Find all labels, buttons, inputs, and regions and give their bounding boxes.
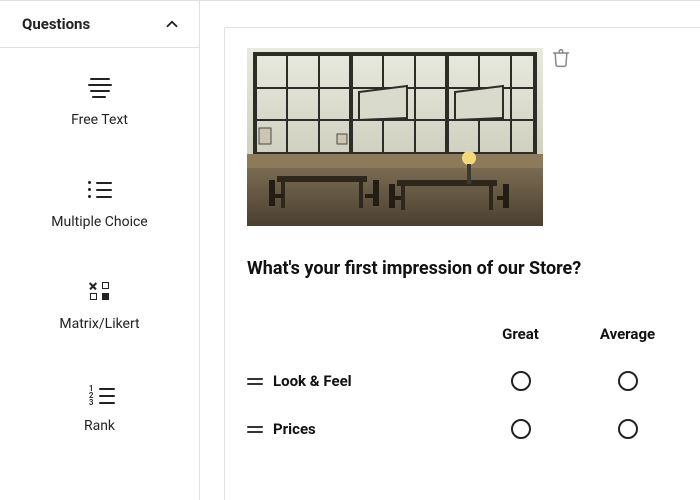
question-type-rank[interactable]: 1 2 3 Rank <box>0 354 199 456</box>
question-type-label: Matrix/Likert <box>59 316 139 332</box>
matrix-radio[interactable] <box>618 371 638 391</box>
question-type-label: Rank <box>84 418 115 434</box>
question-title[interactable]: What's your first impression of our Stor… <box>247 258 681 279</box>
matrix-row-label[interactable]: Look & Feel <box>273 372 467 390</box>
question-type-matrix-likert[interactable]: Matrix/Likert <box>0 252 199 354</box>
matrix-header: Great Average <box>247 325 681 343</box>
matrix-likert-icon <box>86 280 114 302</box>
matrix-row-label[interactable]: Prices <box>273 420 467 438</box>
matrix-row: Look & Feel <box>247 371 681 391</box>
editor-canvas: What's your first impression of our Stor… <box>200 1 700 500</box>
question-image[interactable] <box>247 48 543 226</box>
sidebar: Questions Free Text Multiple Choice <box>0 1 200 500</box>
matrix-radio[interactable] <box>511 419 531 439</box>
question-type-multiple-choice[interactable]: Multiple Choice <box>0 150 199 252</box>
question-type-label: Multiple Choice <box>51 214 147 230</box>
free-text-icon <box>86 76 114 98</box>
rank-icon: 1 2 3 <box>86 382 114 404</box>
matrix-column-header[interactable]: Average <box>574 325 681 343</box>
sidebar-title: Questions <box>22 15 90 33</box>
chevron-up-icon <box>163 15 181 33</box>
matrix-row: Prices <box>247 419 681 439</box>
question-type-list: Free Text Multiple Choice Matrix/Likert <box>0 48 199 500</box>
question-type-label: Free Text <box>71 112 128 128</box>
drag-handle-icon[interactable] <box>247 423 263 436</box>
question-card[interactable]: What's your first impression of our Stor… <box>224 27 700 500</box>
drag-handle-icon[interactable] <box>247 375 263 388</box>
matrix-grid: Great Average Look & Feel Prices <box>247 325 681 439</box>
delete-image-button[interactable] <box>551 48 573 70</box>
sidebar-section-toggle[interactable]: Questions <box>0 1 199 48</box>
question-image-wrap <box>247 48 543 226</box>
app-root: Questions Free Text Multiple Choice <box>0 0 700 500</box>
matrix-radio[interactable] <box>511 371 531 391</box>
question-type-free-text[interactable]: Free Text <box>0 48 199 150</box>
matrix-column-header[interactable]: Great <box>467 325 574 343</box>
matrix-radio[interactable] <box>618 419 638 439</box>
multiple-choice-icon <box>86 178 114 200</box>
